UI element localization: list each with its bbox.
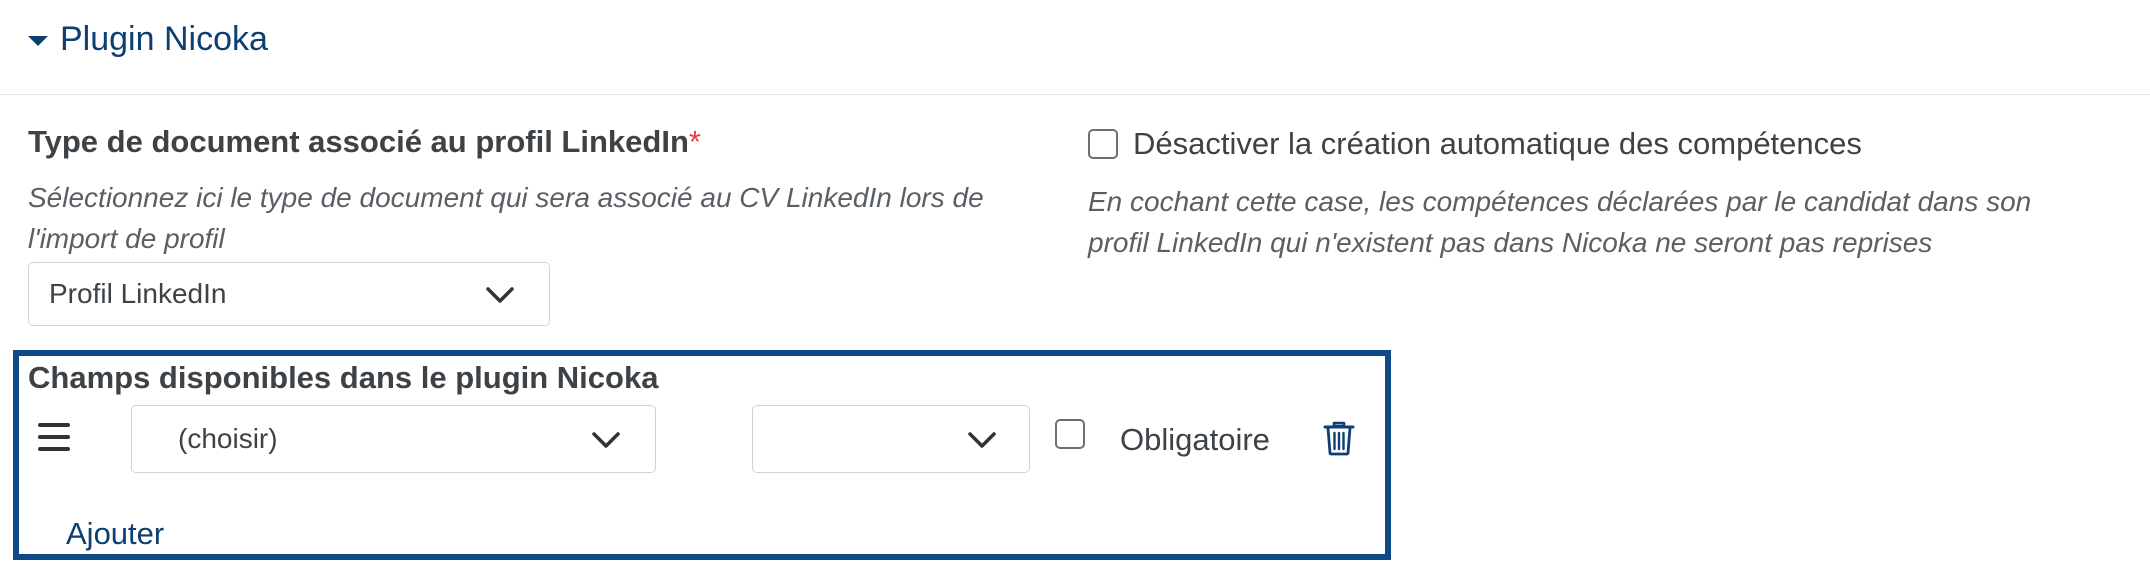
chevron-down-icon	[968, 432, 996, 448]
trash-icon[interactable]	[1323, 420, 1355, 456]
document-type-value: Profil LinkedIn	[49, 278, 227, 309]
required-mark: *	[688, 124, 701, 159]
type-select[interactable]	[752, 405, 1030, 473]
divider	[0, 94, 2150, 95]
disable-skills-checkbox[interactable]	[1088, 129, 1118, 159]
chevron-down-icon	[486, 287, 514, 303]
required-label: Obligatoire	[1120, 422, 1270, 457]
field-select[interactable]: (choisir)	[131, 405, 656, 473]
section-title: Plugin Nicoka	[60, 20, 268, 58]
document-type-label: Type de document associé au profil Linke…	[28, 124, 701, 160]
caret-down-icon	[28, 35, 48, 46]
field-select-value: (choisir)	[178, 423, 278, 454]
plugin-settings: Plugin Nicoka Type de document associé a…	[0, 0, 2150, 567]
disable-skills-label: Désactiver la création automatique des c…	[1133, 126, 1862, 161]
fields-panel-title: Champs disponibles dans le plugin Nicoka	[28, 360, 659, 395]
chevron-down-icon	[592, 432, 620, 448]
add-field-link[interactable]: Ajouter	[66, 516, 164, 552]
drag-handle-icon[interactable]	[38, 423, 70, 453]
disable-skills-help: En cochant cette case, les compétences d…	[1088, 186, 2032, 258]
document-type-help: Sélectionnez ici le type de document qui…	[28, 182, 984, 254]
required-checkbox[interactable]	[1055, 419, 1085, 449]
document-type-label-text: Type de document associé au profil Linke…	[28, 124, 689, 159]
document-type-select[interactable]: Profil LinkedIn	[28, 262, 550, 326]
section-toggle[interactable]: Plugin Nicoka	[28, 20, 268, 59]
